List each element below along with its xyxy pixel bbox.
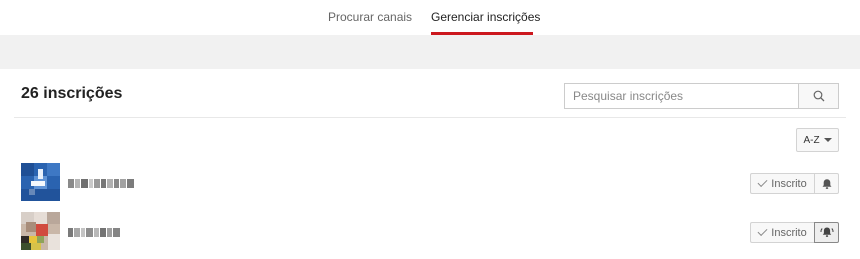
- header-band: [0, 35, 860, 69]
- subscribed-button[interactable]: Inscrito: [750, 173, 814, 194]
- channel-avatar[interactable]: [21, 163, 60, 201]
- search-icon: [813, 90, 824, 102]
- sort-label: A-Z: [803, 134, 820, 146]
- subscribed-button[interactable]: Inscrito: [750, 222, 814, 243]
- divider: [14, 117, 846, 118]
- caret-down-icon: [823, 138, 832, 142]
- check-icon: [757, 177, 768, 188]
- subscribed-label: Inscrito: [771, 226, 807, 239]
- search-button[interactable]: [798, 83, 839, 109]
- bell-ringing-icon: [819, 227, 834, 237]
- notification-bell-button[interactable]: [814, 222, 839, 243]
- subscribed-label: Inscrito: [771, 177, 807, 190]
- notification-bell-button[interactable]: [814, 173, 839, 194]
- tab-gerenciar-inscricoes[interactable]: Gerenciar inscrições: [431, 0, 540, 35]
- subscription-row: Inscrito: [0, 212, 860, 252]
- check-icon: [757, 226, 768, 237]
- channel-name[interactable]: [68, 228, 120, 237]
- tab-procurar-canais[interactable]: Procurar canais: [328, 0, 412, 35]
- search-input[interactable]: [564, 83, 799, 109]
- subscription-row: Inscrito: [0, 163, 860, 203]
- channel-avatar[interactable]: [21, 212, 60, 250]
- bell-icon: [822, 178, 831, 189]
- channel-name[interactable]: [68, 179, 134, 188]
- search-box: [564, 83, 839, 109]
- page-title: 26 inscrições: [21, 85, 123, 102]
- sort-dropdown[interactable]: A-Z: [796, 128, 839, 152]
- tab-bar: Procurar canais Gerenciar inscrições: [0, 0, 860, 35]
